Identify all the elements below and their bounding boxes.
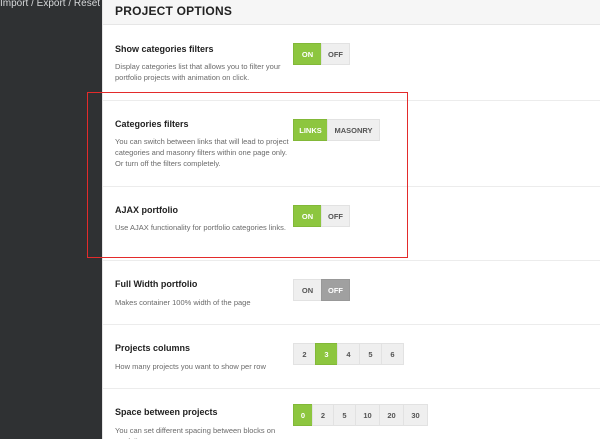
option-description: How many projects you want to show per r… [115, 362, 266, 371]
option-projects-columns: Projects columns How many projects you w… [103, 325, 600, 389]
option-show-categories-filters: Show categories filters Display categori… [103, 25, 600, 101]
space-between-projects-30-button[interactable]: 30 [403, 404, 428, 426]
space-between-projects-5-button[interactable]: 5 [333, 404, 356, 426]
ajax-portfolio-toggle: ON OFF [293, 205, 350, 227]
projects-columns-selector: 2 3 4 5 6 [293, 343, 404, 365]
full-width-portfolio-toggle: ON OFF [293, 279, 350, 301]
sidebar: Import / Export / Reset [0, 0, 102, 439]
show-categories-filters-toggle: ON OFF [293, 43, 350, 65]
show-categories-filters-off-button[interactable]: OFF [321, 43, 350, 65]
projects-columns-2-button[interactable]: 2 [293, 343, 316, 365]
space-between-projects-0-button[interactable]: 0 [293, 404, 313, 426]
full-width-portfolio-off-button[interactable]: OFF [321, 279, 350, 301]
option-full-width-portfolio: Full Width portfolio Makes container 100… [103, 261, 600, 325]
categories-filters-links-button[interactable]: LINKS [293, 119, 328, 141]
space-between-projects-10-button[interactable]: 10 [355, 404, 380, 426]
option-categories-filters: Categories filters You can switch betwee… [103, 101, 600, 187]
main-panel: PROJECT OPTIONS Show categories filters … [102, 0, 600, 439]
space-between-projects-2-button[interactable]: 2 [312, 404, 334, 426]
option-title: Projects columns [115, 343, 191, 353]
categories-filters-selector: LINKS MASONRY [293, 119, 380, 141]
option-space-between-projects: Space between projects You can set diffe… [103, 389, 600, 439]
projects-columns-4-button[interactable]: 4 [337, 343, 360, 365]
option-title: Show categories filters [115, 44, 214, 54]
sidebar-item-import-export-reset[interactable]: Import / Export / Reset [0, 0, 100, 11]
projects-columns-6-button[interactable]: 6 [381, 343, 404, 365]
option-description: Makes container 100% width of the page [115, 298, 251, 307]
full-width-portfolio-on-button[interactable]: ON [293, 279, 322, 301]
title-bar: PROJECT OPTIONS [103, 0, 600, 24]
option-title: Categories filters [115, 119, 189, 129]
option-title: Full Width portfolio [115, 279, 198, 289]
option-title: Space between projects [115, 407, 218, 417]
show-categories-filters-on-button[interactable]: ON [293, 43, 322, 65]
option-description: Display categories list that allows you … [115, 62, 281, 82]
space-between-projects-selector: 0 2 5 10 20 30 [293, 404, 428, 426]
ajax-portfolio-off-button[interactable]: OFF [321, 205, 350, 227]
option-title: AJAX portfolio [115, 205, 178, 215]
option-description: You can switch between links that will l… [115, 137, 289, 168]
ajax-portfolio-on-button[interactable]: ON [293, 205, 322, 227]
space-between-projects-20-button[interactable]: 20 [379, 404, 404, 426]
option-description: Use AJAX functionality for portfolio cat… [115, 223, 286, 232]
option-description: You can set different spacing between bl… [115, 426, 276, 439]
projects-columns-3-button[interactable]: 3 [315, 343, 338, 365]
page-title: PROJECT OPTIONS [115, 4, 233, 18]
option-ajax-portfolio: AJAX portfolio Use AJAX functionality fo… [103, 187, 600, 261]
projects-columns-5-button[interactable]: 5 [359, 343, 382, 365]
categories-filters-masonry-button[interactable]: MASONRY [327, 119, 380, 141]
options-list: Show categories filters Display categori… [103, 24, 600, 439]
